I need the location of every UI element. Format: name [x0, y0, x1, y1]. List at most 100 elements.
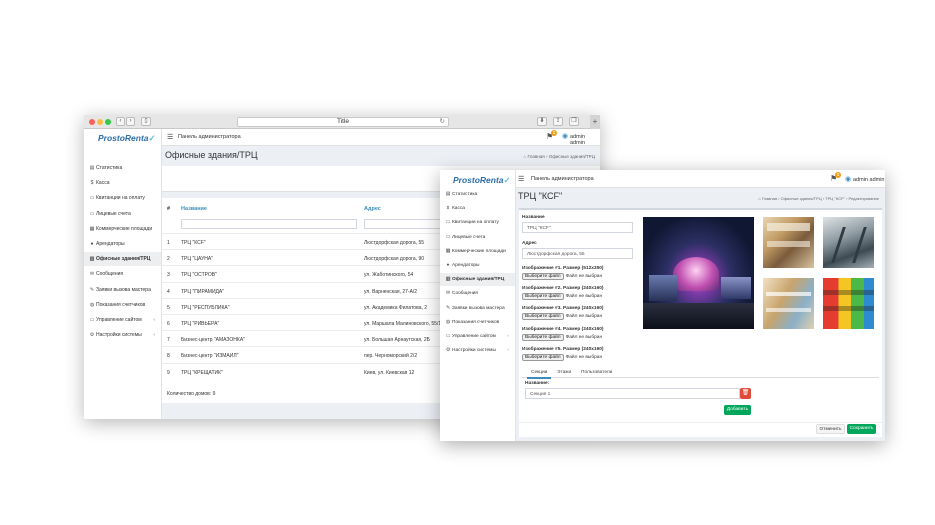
download-icon[interactable]: ⬇ [537, 117, 547, 126]
column-header-address[interactable]: Адрес [364, 206, 381, 212]
building-icon: ▥ [445, 277, 451, 283]
sidebar-item-meter[interactable]: ◍ Показания счетчиков [440, 316, 515, 329]
cell-number: 8 [167, 353, 170, 360]
user-name[interactable]: admin admin [570, 134, 600, 146]
cell-name: ТРЦ "РИВЬЕРА" [181, 321, 220, 327]
logo-text: ProstoRenta [98, 133, 149, 143]
edit-form-box: Название ТРЦ "КСF" Адрес Люстдорфская до… [519, 208, 882, 437]
sidebar-item-dollar[interactable]: $ Касса [440, 202, 515, 215]
logo[interactable]: ProstoRenta✓ [98, 133, 156, 144]
cell-address: ул. Варненская, 27-А/2 [364, 288, 418, 295]
maximize-window-dot[interactable] [105, 119, 111, 125]
breadcrumb-home[interactable]: Главная [762, 196, 777, 201]
tab-floors[interactable]: Этажи [557, 370, 571, 375]
image-5-file-input[interactable]: Выберите файл Файл не выбран [522, 353, 602, 361]
sidebar-item-label: Коммерческие площади [96, 225, 153, 232]
address-bar[interactable]: Title ↻ [237, 117, 449, 127]
sidebar-item-envelope[interactable]: ✉ Сообщения [84, 267, 161, 281]
sidebar-item-accounts[interactable]: ▭ Лицевые счета [440, 231, 515, 244]
choose-file-button[interactable]: Выберите файл [522, 333, 564, 341]
admin-window-edit: ProstoRenta✓ ▤ Статистика $ Касса ▭ Квитанции… [440, 170, 885, 441]
sidebar-item-envelope[interactable]: ✉ Сообщения [440, 287, 515, 300]
breadcrumb-home[interactable]: Главная [528, 154, 545, 159]
share-icon[interactable]: ⇪ [553, 117, 563, 126]
sidebar-item-dollar[interactable]: $ Касса [84, 176, 161, 190]
name-input[interactable]: ТРЦ "КСF" [522, 222, 633, 233]
sidebar-item-wrench[interactable]: ✎ Заявки вызова мастера [84, 283, 161, 297]
logo[interactable]: ProstoRenta✓ [453, 175, 511, 186]
save-button[interactable]: Сохранить [847, 424, 876, 434]
tab-users[interactable]: Пользователи [581, 370, 612, 375]
breadcrumb: ⌂ Главная › Офисные здания/ТРЦ › ТРЦ "КС… [758, 196, 879, 201]
sidebar-item-users[interactable]: ● Арендаторы [440, 259, 515, 272]
cell-number: 2 [167, 256, 170, 263]
breadcrumb-current: Редактирование [848, 196, 879, 201]
sidebar-item-users[interactable]: ● Арендаторы [84, 237, 161, 251]
image-2-file-input[interactable]: Выберите файл Файл не выбран [522, 293, 602, 301]
sidebar-item-grid[interactable]: ▦ Коммерческие площади [440, 245, 515, 258]
sidebar-item-settings[interactable]: ⚙ Настройки системы ‹ [84, 328, 161, 342]
sidebar-item-label: Сообщения [96, 271, 124, 278]
file-status: Файл не выбран [565, 334, 603, 340]
minimize-window-dot[interactable] [97, 119, 103, 125]
sidebar-item-label: Коммерческие площади [452, 248, 506, 254]
choose-file-button[interactable]: Выберите файл [522, 313, 564, 321]
delete-section-button[interactable]: 🗑 [740, 388, 751, 399]
sidebar-item-meter[interactable]: ◍ Показания счетчиков [84, 298, 161, 312]
tab-sections[interactable]: Секции [527, 370, 552, 379]
topbar: ☰ Панель администратора ⚑ 1 ◉ admin admi… [516, 170, 885, 188]
reload-icon[interactable]: ↻ [440, 118, 445, 126]
sidebar-item-label: Квитанции на оплату [96, 195, 145, 202]
sidebar-item-accounts[interactable]: ▭ Лицевые счета [84, 207, 161, 221]
choose-file-button[interactable]: Выберите файл [522, 353, 564, 361]
add-section-button[interactable]: Добавить [724, 405, 751, 415]
sidebar-item-building[interactable]: ▥ Офисные здания/ТРЦ [84, 252, 161, 267]
image-1-file-input[interactable]: Выберите файл Файл не выбран [522, 273, 602, 280]
sidebar-item-building[interactable]: ▥ Офисные здания/ТРЦ [440, 273, 515, 287]
filter-name-input[interactable] [181, 219, 357, 229]
choose-file-button[interactable]: Выберите файл [522, 293, 564, 301]
sidebar-item-chart[interactable]: ▤ Статистика [440, 188, 515, 201]
sidebar-item-receipt[interactable]: ▭ Квитанции на оплату [440, 216, 515, 229]
choose-file-button[interactable]: Выберите файл [522, 273, 564, 280]
envelope-icon: ✉ [445, 291, 451, 297]
back-icon[interactable]: ‹ [116, 117, 125, 126]
close-window-dot[interactable] [89, 119, 95, 125]
chart-icon: ▤ [89, 165, 95, 172]
menu-toggle-icon[interactable]: ☰ [518, 175, 524, 183]
receipt-icon: ▭ [445, 220, 451, 226]
image-4-file-input[interactable]: Выберите файл Файл не выбран [522, 333, 603, 341]
image-3-file-input[interactable]: Выберите файл Файл не выбран [522, 313, 603, 321]
cell-name: ТРЦ "ОСТРОВ" [181, 272, 217, 279]
user-name[interactable]: admin admin [853, 177, 885, 183]
address-input[interactable]: Люстдорфская дорога, 55 [522, 248, 633, 259]
sidebar-item-monitor[interactable]: ▭ Управление сайтом ‹ [84, 313, 161, 327]
section-name-input[interactable]: Секция 1 [525, 388, 740, 399]
breadcrumb-section[interactable]: Офисные здания/ТРЦ [781, 196, 822, 201]
breadcrumb-item[interactable]: ТРЦ "КСF" [825, 196, 845, 201]
cell-address: ул. Жаботинского, 54 [364, 272, 414, 279]
file-status: Файл не выбран [565, 314, 603, 320]
user-avatar-icon[interactable]: ◉ [845, 175, 851, 183]
building-icon: ▥ [89, 256, 95, 263]
tab-bar: Секции Этажи Пользователи [522, 368, 879, 379]
tabs-icon[interactable]: ❐ [569, 117, 579, 126]
menu-toggle-icon[interactable]: ☰ [167, 133, 173, 141]
sidebar-item-monitor[interactable]: ▭ Управление сайтом ‹ [440, 330, 515, 343]
forward-icon[interactable]: › [126, 117, 135, 126]
new-tab-button[interactable]: + [590, 115, 600, 129]
user-avatar-icon[interactable]: ◉ [562, 132, 568, 140]
cell-name: ТРЦ "КСF" [181, 240, 206, 246]
sidebar-item-label: Касса [96, 180, 110, 187]
sidebar-item-settings[interactable]: ⚙ Настройки системы ‹ [440, 344, 515, 357]
meter-icon: ◍ [89, 301, 95, 308]
cancel-button[interactable]: Отменить [816, 424, 845, 434]
sidebar-item-receipt[interactable]: ▭ Квитанции на оплату [84, 191, 161, 205]
image-4-label: Изображение #4. Размер (240x160) [522, 326, 604, 332]
sidebar-item-wrench[interactable]: ✎ Заявки вызова мастера [440, 302, 515, 315]
column-header-name[interactable]: Название [181, 206, 207, 212]
cell-address: ул. Академика Филатова, 2 [364, 304, 428, 311]
sidebar-item-grid[interactable]: ▦ Коммерческие площади [84, 222, 161, 236]
sidebar-toggle-icon[interactable]: ▯ [141, 117, 151, 126]
sidebar-item-chart[interactable]: ▤ Статистика [84, 161, 161, 175]
